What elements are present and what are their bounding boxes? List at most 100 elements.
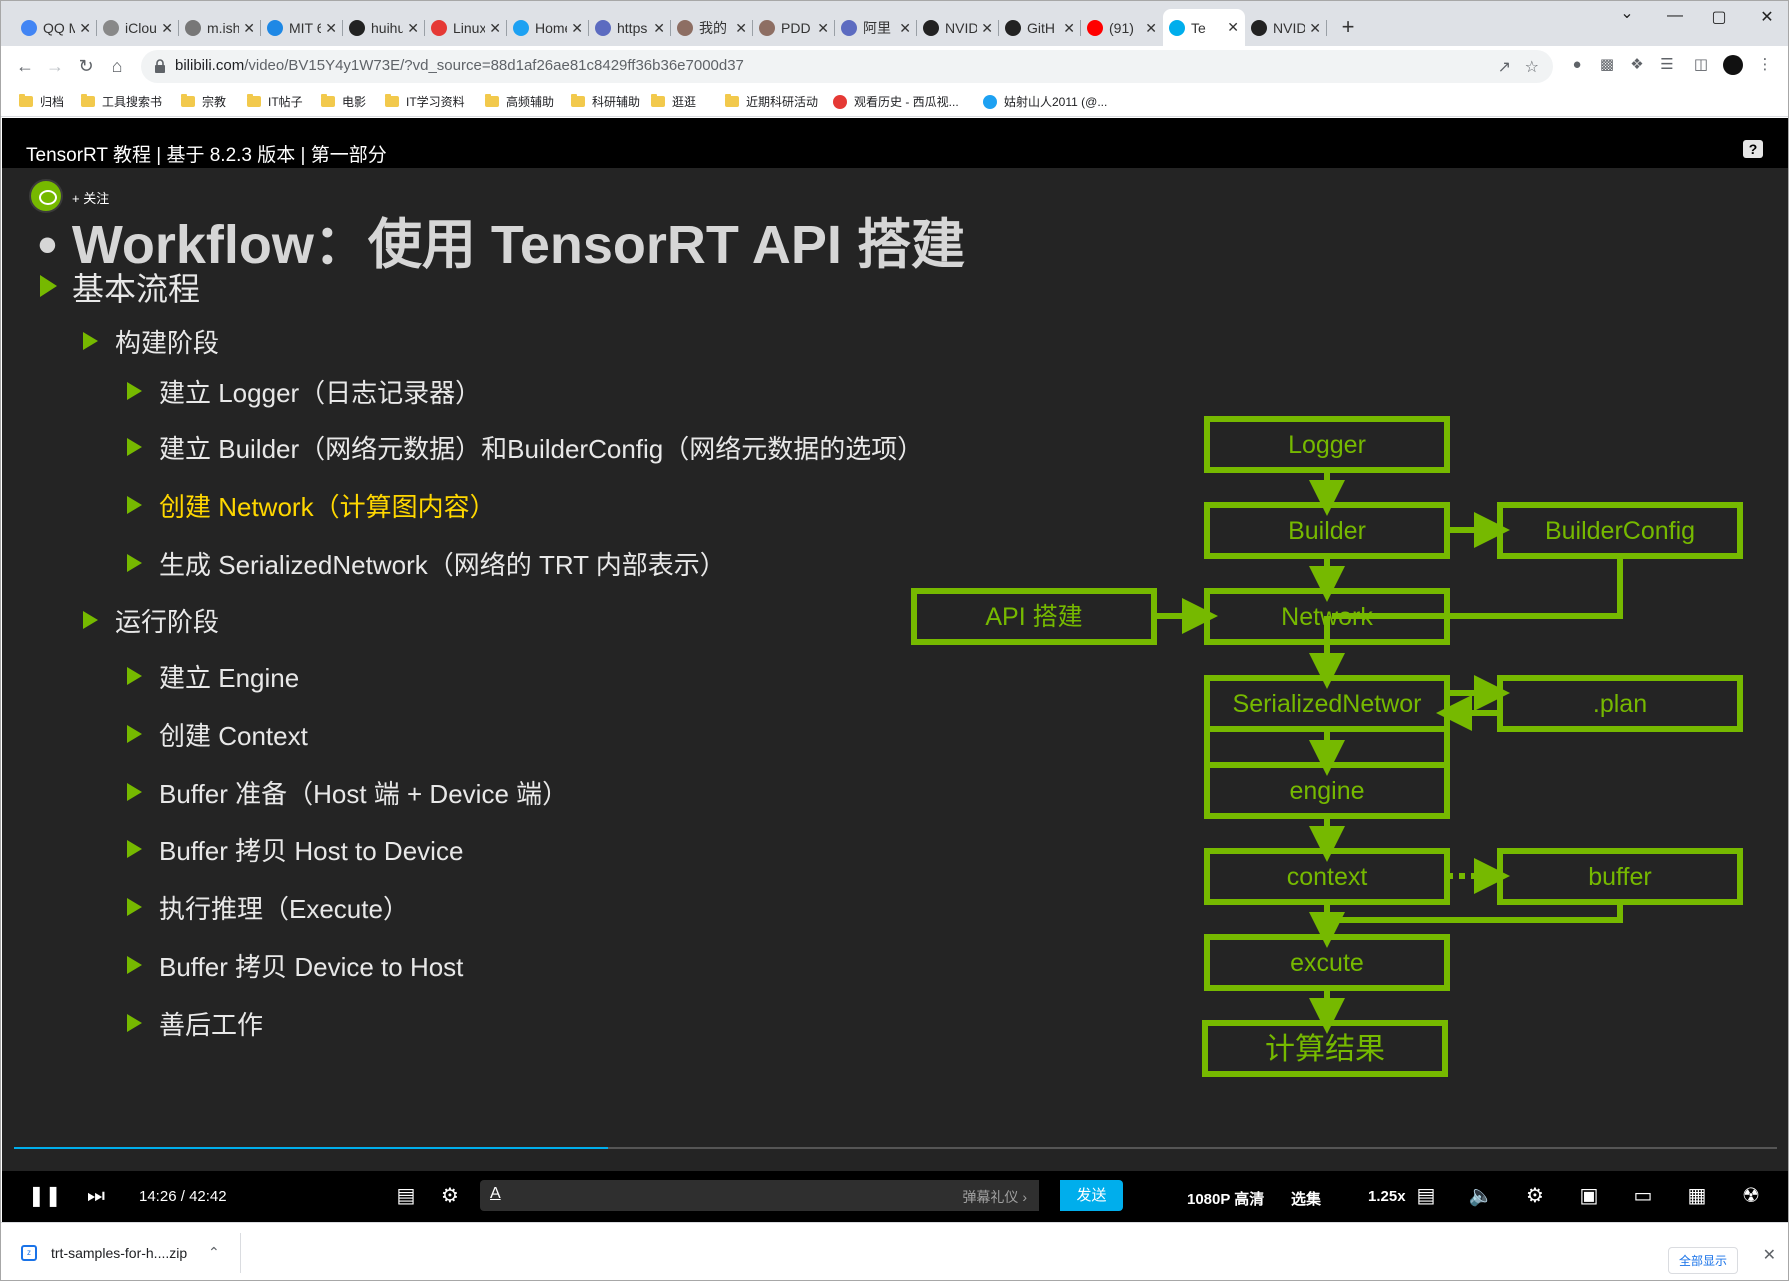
tab-close-icon[interactable]: ✕ (817, 20, 829, 37)
browser-tab[interactable]: Home✕ (507, 13, 589, 43)
browser-tab[interactable]: m.ish ✕ (179, 13, 261, 43)
bookmark-item[interactable]: 观看历史 - 西瓜视... (833, 93, 959, 110)
bookmark-item[interactable]: 电影 (321, 93, 366, 110)
folder-icon (247, 94, 261, 107)
tab-close-icon[interactable]: ✕ (79, 20, 91, 37)
bookmark-item[interactable]: 近期科研活动 (725, 93, 818, 110)
tab-close-icon[interactable]: ✕ (489, 20, 501, 37)
browser-tab[interactable]: MIT 6 ✕ (261, 13, 343, 43)
edge-builderconfig-network (1332, 556, 1623, 619)
settings-gear-icon[interactable]: ⚙ (1521, 1183, 1549, 1209)
web-fullscreen-icon[interactable]: ▦ (1683, 1183, 1711, 1209)
menu-icon[interactable]: ⋮ (1755, 55, 1775, 75)
bookmark-item[interactable]: IT学习资料 (385, 93, 465, 110)
picture-in-picture-icon[interactable]: ▣ (1575, 1183, 1603, 1209)
danmaku-etiquette-link[interactable]: 弹幕礼仪 › (962, 1187, 1027, 1207)
tab-label: huihu (371, 20, 404, 36)
next-episode-icon[interactable]: ⏭ (82, 1183, 110, 1209)
download-item[interactable]: z trt-samples-for-h....zip ⌃ (15, 1233, 241, 1273)
widescreen-icon[interactable]: ▭ (1629, 1183, 1657, 1209)
danmaku-toggle-icon[interactable]: ▤ (392, 1183, 420, 1209)
bookmark-item[interactable]: 工具搜索书 (81, 93, 162, 110)
tab-close-icon[interactable]: ✕ (981, 20, 993, 37)
reading-list-icon[interactable]: ☰ (1657, 55, 1677, 75)
back-button[interactable]: ← (13, 54, 37, 78)
chrome-icon (21, 20, 37, 36)
fullscreen-icon[interactable]: ☢ (1737, 1183, 1765, 1209)
tab-close-icon[interactable]: ✕ (1145, 20, 1157, 37)
side-panel-icon[interactable]: ◫ (1691, 55, 1711, 75)
browser-tab[interactable]: NVID ✕ (917, 13, 999, 43)
browser-tab[interactable]: iClou ✕ (97, 13, 179, 43)
close-window-button[interactable]: ✕ (1755, 7, 1779, 27)
browser-tab[interactable]: huihu ✕ (343, 13, 425, 43)
tab-close-icon[interactable]: ✕ (899, 20, 911, 37)
bookmark-star-icon[interactable]: ☆ (1525, 57, 1539, 77)
tab-close-icon[interactable]: ✕ (243, 20, 255, 37)
speed-selector[interactable]: 1.25x (1368, 1188, 1406, 1205)
extensions-puzzle-icon[interactable]: ❖ (1627, 55, 1647, 75)
bookmark-item[interactable]: 宗教 (181, 93, 226, 110)
tab-label: (91) (1109, 20, 1134, 36)
browser-tab[interactable]: PDD ✕ (753, 13, 835, 43)
share-icon[interactable]: ↗ (1498, 57, 1511, 77)
tab-close-icon[interactable]: ✕ (1309, 20, 1321, 37)
bookmark-item[interactable]: IT帖子 (247, 93, 303, 110)
episodes-button[interactable]: 选集 (1291, 1188, 1321, 1209)
home-button[interactable]: ⌂ (105, 54, 129, 78)
node-context-label: context (1287, 863, 1368, 891)
browser-tab[interactable]: 阿里 ✕ (835, 13, 917, 43)
extension-mask-icon[interactable]: ▩ (1597, 55, 1617, 75)
folder-icon (321, 94, 335, 107)
danmaku-style-icon[interactable]: A (490, 1185, 501, 1203)
minimize-window-button[interactable]: — (1663, 7, 1687, 25)
forward-button[interactable]: → (43, 54, 67, 78)
site-icon (677, 20, 693, 36)
bookmark-label: IT学习资料 (406, 95, 465, 109)
minimize-button[interactable]: ⌄ (1615, 3, 1639, 23)
quality-selector[interactable]: 1080P 高清 (1187, 1188, 1264, 1209)
tab-close-icon[interactable]: ✕ (161, 20, 173, 37)
browser-tab[interactable]: (91) ✕ (1081, 13, 1163, 43)
reload-button[interactable]: ↻ (74, 54, 98, 78)
browser-tab[interactable]: GitH ✕ (999, 13, 1081, 43)
browser-tab[interactable]: QQ M✕ (15, 13, 97, 43)
node-logger-label: Logger (1288, 431, 1366, 459)
lock-icon (155, 59, 165, 73)
github-icon (1251, 20, 1267, 36)
folder-icon (725, 94, 739, 107)
volume-icon[interactable]: 🔈 (1467, 1183, 1495, 1209)
browser-tab[interactable]: Te ✕ (1163, 9, 1245, 46)
subtitle-off-icon[interactable]: ▤ (1412, 1183, 1440, 1209)
bookmark-item[interactable]: 高频辅助 (485, 93, 554, 110)
bookmark-item[interactable]: 归档 (19, 93, 64, 110)
tab-close-icon[interactable]: ✕ (571, 20, 583, 37)
show-all-downloads-button[interactable]: 全部显示 (1667, 1247, 1738, 1274)
new-tab-button[interactable]: + (1335, 15, 1361, 41)
browser-tab[interactable]: NVID ✕ (1245, 13, 1327, 43)
bookmark-item[interactable]: 科研辅助 (571, 93, 640, 110)
close-icon[interactable]: ✕ (1763, 1245, 1776, 1265)
tab-close-icon[interactable]: ✕ (1227, 19, 1239, 36)
browser-tab[interactable]: Linux ✕ (425, 13, 507, 43)
tab-close-icon[interactable]: ✕ (325, 20, 337, 37)
tab-close-icon[interactable]: ✕ (653, 20, 665, 37)
browser-tab[interactable]: https ✕ (589, 13, 671, 43)
danmaku-input[interactable]: A 弹幕礼仪 › (480, 1180, 1039, 1211)
danmaku-settings-icon[interactable]: ⚙ (436, 1183, 464, 1209)
maximize-button[interactable]: ▢ (1707, 7, 1731, 27)
tab-close-icon[interactable]: ✕ (735, 20, 747, 37)
bookmark-item[interactable]: 逛逛 (651, 93, 696, 110)
browser-tab[interactable]: 我的 ✕ (671, 13, 753, 43)
progress-bar[interactable] (14, 1147, 1777, 1149)
profile-avatar[interactable] (1723, 55, 1743, 75)
extension-icon[interactable]: ● (1567, 55, 1587, 75)
pause-icon[interactable]: ❚❚ (28, 1183, 62, 1209)
send-danmaku-button[interactable]: 发送 (1060, 1180, 1123, 1211)
tab-close-icon[interactable]: ✕ (407, 20, 419, 37)
video-player[interactable]: TensorRT 教程 | 基于 8.2.3 版本 | 第一部分 ? + 关注 … (2, 118, 1788, 1222)
tab-close-icon[interactable]: ✕ (1063, 20, 1075, 37)
bookmark-item[interactable]: 姑射山人2011 (@... (983, 93, 1107, 110)
chevron-up-icon[interactable]: ⌃ (208, 1244, 220, 1261)
address-bar[interactable]: bilibili.com/video/BV15Y4y1W73E/?vd_sour… (141, 50, 1553, 83)
